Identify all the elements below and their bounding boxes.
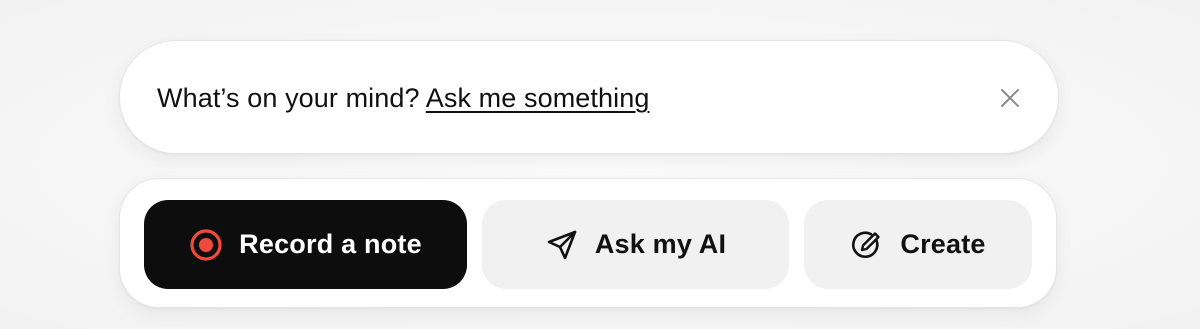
prompt-lead-text: What’s on your mind? [157,83,420,113]
ask-me-something-link[interactable]: Ask me something [426,83,650,113]
create-label: Create [900,229,986,259]
record-note-button[interactable]: Record a note [144,200,467,289]
edit-circle-icon [850,228,884,262]
prompt-card: What’s on your mind? Ask me something [119,40,1059,154]
action-bar: Record a note Ask my AI Create [119,178,1057,308]
send-icon [545,228,579,262]
ask-my-ai-button[interactable]: Ask my AI [482,200,789,289]
close-button[interactable] [998,86,1022,110]
page-background: What’s on your mind? Ask me something Re… [0,0,1200,329]
create-button[interactable]: Create [804,200,1032,289]
record-icon [189,228,223,262]
ask-my-ai-label: Ask my AI [594,229,727,259]
record-note-label: Record a note [239,229,422,259]
prompt-text: What’s on your mind? Ask me something [157,81,649,115]
close-icon [1000,88,1020,108]
